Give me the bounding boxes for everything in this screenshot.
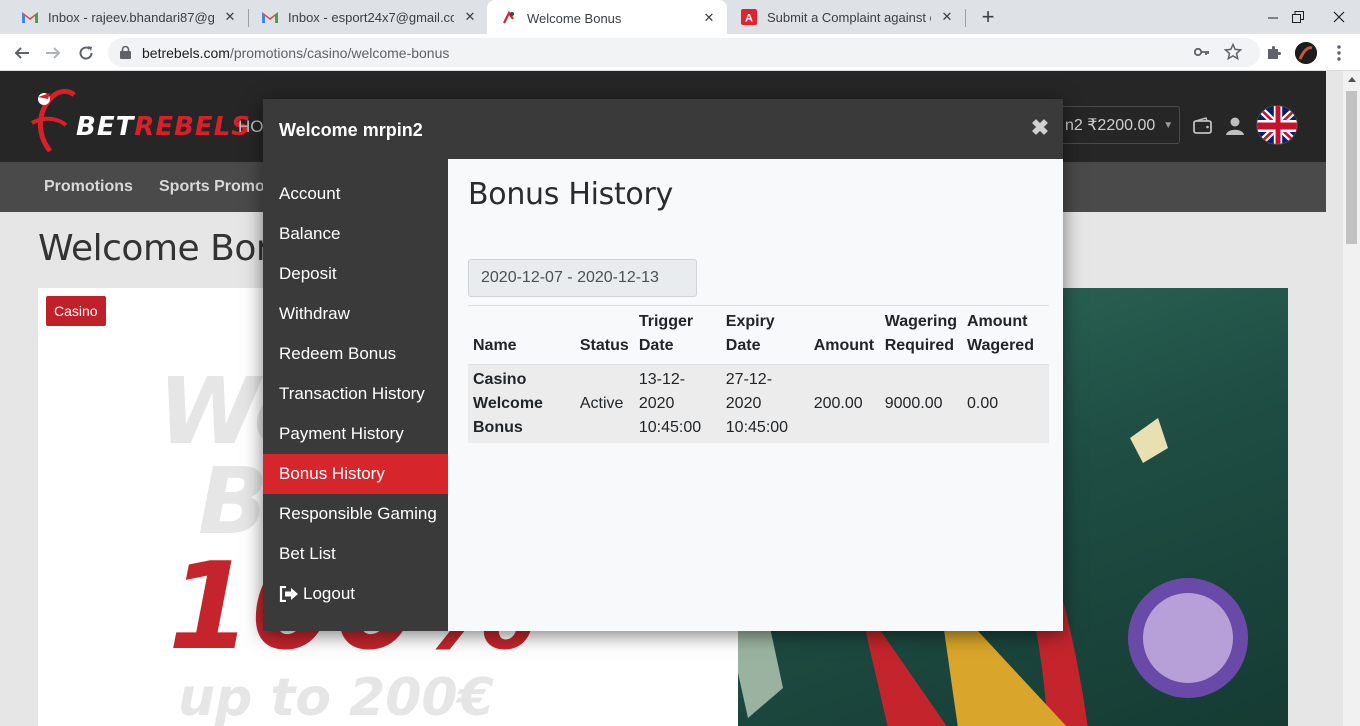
forward-arrow-icon xyxy=(46,47,61,59)
more-vert-icon xyxy=(1337,45,1341,61)
cell-trigger-date: 13-12-2020 10:45:00 xyxy=(633,364,721,443)
bookmark-star-icon[interactable] xyxy=(1223,42,1243,66)
cell-amount: 200.00 xyxy=(808,364,880,443)
date-range-picker[interactable]: 2020-12-07 - 2020-12-13 xyxy=(468,259,697,297)
askgamblers-icon: A xyxy=(741,9,757,25)
browser-tab-gmail-2[interactable]: Inbox - esport24x7@gmail.com - G ✕ xyxy=(248,0,488,34)
menu-item-withdraw[interactable]: Withdraw xyxy=(263,294,448,334)
browser-menu-button[interactable] xyxy=(1326,40,1352,66)
bonus-history-heading: Bonus History xyxy=(468,177,673,212)
col-header-trigger-date: Trigger Date xyxy=(633,305,721,365)
back-arrow-icon xyxy=(14,47,29,59)
menu-item-account[interactable]: Account xyxy=(263,174,448,214)
browser-tab-welcome-bonus[interactable]: Welcome Bonus ✕ xyxy=(487,0,727,36)
close-window-button[interactable] xyxy=(1324,0,1354,34)
close-tab-icon[interactable]: ✕ xyxy=(939,9,955,25)
close-tab-icon[interactable]: ✕ xyxy=(462,9,478,25)
subnav-promotions[interactable]: Promotions xyxy=(44,178,133,196)
puzzle-icon xyxy=(1268,46,1281,59)
caret-down-icon: ▼ xyxy=(1163,119,1174,131)
close-tab-icon[interactable]: ✕ xyxy=(701,10,717,26)
modal-content: Bonus History 2020-12-07 - 2020-12-13 Na… xyxy=(448,159,1063,631)
cell-amount-wagered: 0.00 xyxy=(961,364,1049,443)
reload-icon xyxy=(79,46,93,60)
url-text: betrebels.com/promotions/casino/welcome-… xyxy=(142,45,450,61)
cell-expiry-date: 27-12-2020 10:45:00 xyxy=(720,364,809,443)
col-header-name: Name xyxy=(468,305,575,365)
menu-item-deposit[interactable]: Deposit xyxy=(263,254,448,294)
uk-flag-icon[interactable] xyxy=(1256,105,1298,145)
table-row: Casino Welcome Bonus Active 13-12-2020 1… xyxy=(468,364,1049,443)
key-icon[interactable] xyxy=(1193,45,1210,64)
browser-tab-gmail-1[interactable]: Inbox - rajeev.bhandari87@gmail.com ✕ xyxy=(8,0,248,34)
tab-title: Welcome Bonus xyxy=(527,10,622,26)
col-header-expiry-date: Expiry Date xyxy=(720,305,809,365)
logo-bet-text: BET xyxy=(76,112,135,142)
browser-toolbar: betrebels.com/promotions/casino/welcome-… xyxy=(0,34,1360,71)
menu-item-balance[interactable]: Balance xyxy=(263,214,448,254)
tab-title: Inbox - esport24x7@gmail.com - G xyxy=(288,9,454,25)
balance-dropdown[interactable]: n2 ₹2200.00 ▼ xyxy=(1060,106,1180,144)
col-header-amount: Amount xyxy=(808,305,880,365)
scroll-thumb[interactable] xyxy=(1346,91,1357,244)
lock-icon xyxy=(120,45,131,64)
balance-text: n2 ₹2200.00 xyxy=(1065,117,1156,134)
bonus-history-table: Name Status Trigger Date Expiry Date Amo… xyxy=(468,305,1049,443)
back-button[interactable] xyxy=(9,40,35,66)
new-tab-button[interactable]: + xyxy=(976,4,1000,29)
menu-item-transaction-history[interactable]: Transaction History xyxy=(263,374,448,414)
col-header-wagering-required: Wagering Required xyxy=(879,305,962,365)
cell-name: Casino Welcome Bonus xyxy=(468,364,575,443)
forward-button[interactable] xyxy=(40,40,66,66)
browser-tab-bar: Inbox - rajeev.bhandari87@gmail.com ✕ In… xyxy=(0,0,1360,36)
modal-title: Welcome mrpin2 xyxy=(279,120,423,140)
cell-status: Active xyxy=(574,364,634,443)
svg-text:A: A xyxy=(745,13,753,25)
menu-item-responsible-gaming[interactable]: Responsible Gaming xyxy=(263,494,448,534)
menu-item-bet-list[interactable]: Bet List xyxy=(263,534,448,574)
account-modal: Welcome mrpin2 ✖ Account Balance Deposit… xyxy=(263,99,1063,631)
casino-badge: Casino xyxy=(46,296,106,326)
gmail-icon xyxy=(262,9,278,25)
table-header-row: Name Status Trigger Date Expiry Date Amo… xyxy=(468,305,1049,365)
cell-wagering-required: 9000.00 xyxy=(879,364,962,443)
banner-text-line-4: up to 200€ xyxy=(178,668,494,726)
scroll-up-arrow-icon[interactable] xyxy=(1343,71,1360,88)
menu-item-logout[interactable]: Logout xyxy=(263,574,448,614)
tab-title: Inbox - rajeev.bhandari87@gmail.com xyxy=(48,9,214,25)
reload-button[interactable] xyxy=(73,40,99,66)
betrebels-logo[interactable]: BETREBELS xyxy=(28,83,250,153)
sign-out-icon xyxy=(279,586,299,602)
web-page: BETREBELS HOME n2 ₹2200.00 ▼ Promotions … xyxy=(0,71,1343,726)
profile-avatar[interactable] xyxy=(1295,42,1317,64)
close-tab-icon[interactable]: ✕ xyxy=(222,9,238,25)
wallet-icon[interactable] xyxy=(1192,115,1214,137)
page-scrollbar[interactable] xyxy=(1343,71,1360,726)
menu-item-redeem-bonus[interactable]: Redeem Bonus xyxy=(263,334,448,374)
extensions-button[interactable] xyxy=(1261,40,1287,66)
close-icon[interactable]: ✖ xyxy=(1029,115,1051,140)
col-header-status: Status xyxy=(574,305,634,365)
gmail-icon xyxy=(22,9,38,25)
user-icon[interactable] xyxy=(1224,115,1246,137)
logo-rebels-text: REBELS xyxy=(134,112,251,142)
browser-tab-complaint[interactable]: A Submit a Complaint against online ✕ xyxy=(727,0,965,34)
menu-item-payment-history[interactable]: Payment History xyxy=(263,414,448,454)
address-bar[interactable]: betrebels.com/promotions/casino/welcome-… xyxy=(108,38,1260,67)
account-menu: Account Balance Deposit Withdraw Redeem … xyxy=(263,159,448,631)
restore-window-button[interactable] xyxy=(1283,0,1313,34)
betrebels-icon xyxy=(501,10,517,26)
modal-header: Welcome mrpin2 ✖ xyxy=(263,99,1063,159)
menu-item-bonus-history[interactable]: Bonus History xyxy=(263,454,448,494)
col-header-amount-wagered: Amount Wagered xyxy=(961,305,1049,365)
tab-title: Submit a Complaint against online xyxy=(767,9,931,25)
